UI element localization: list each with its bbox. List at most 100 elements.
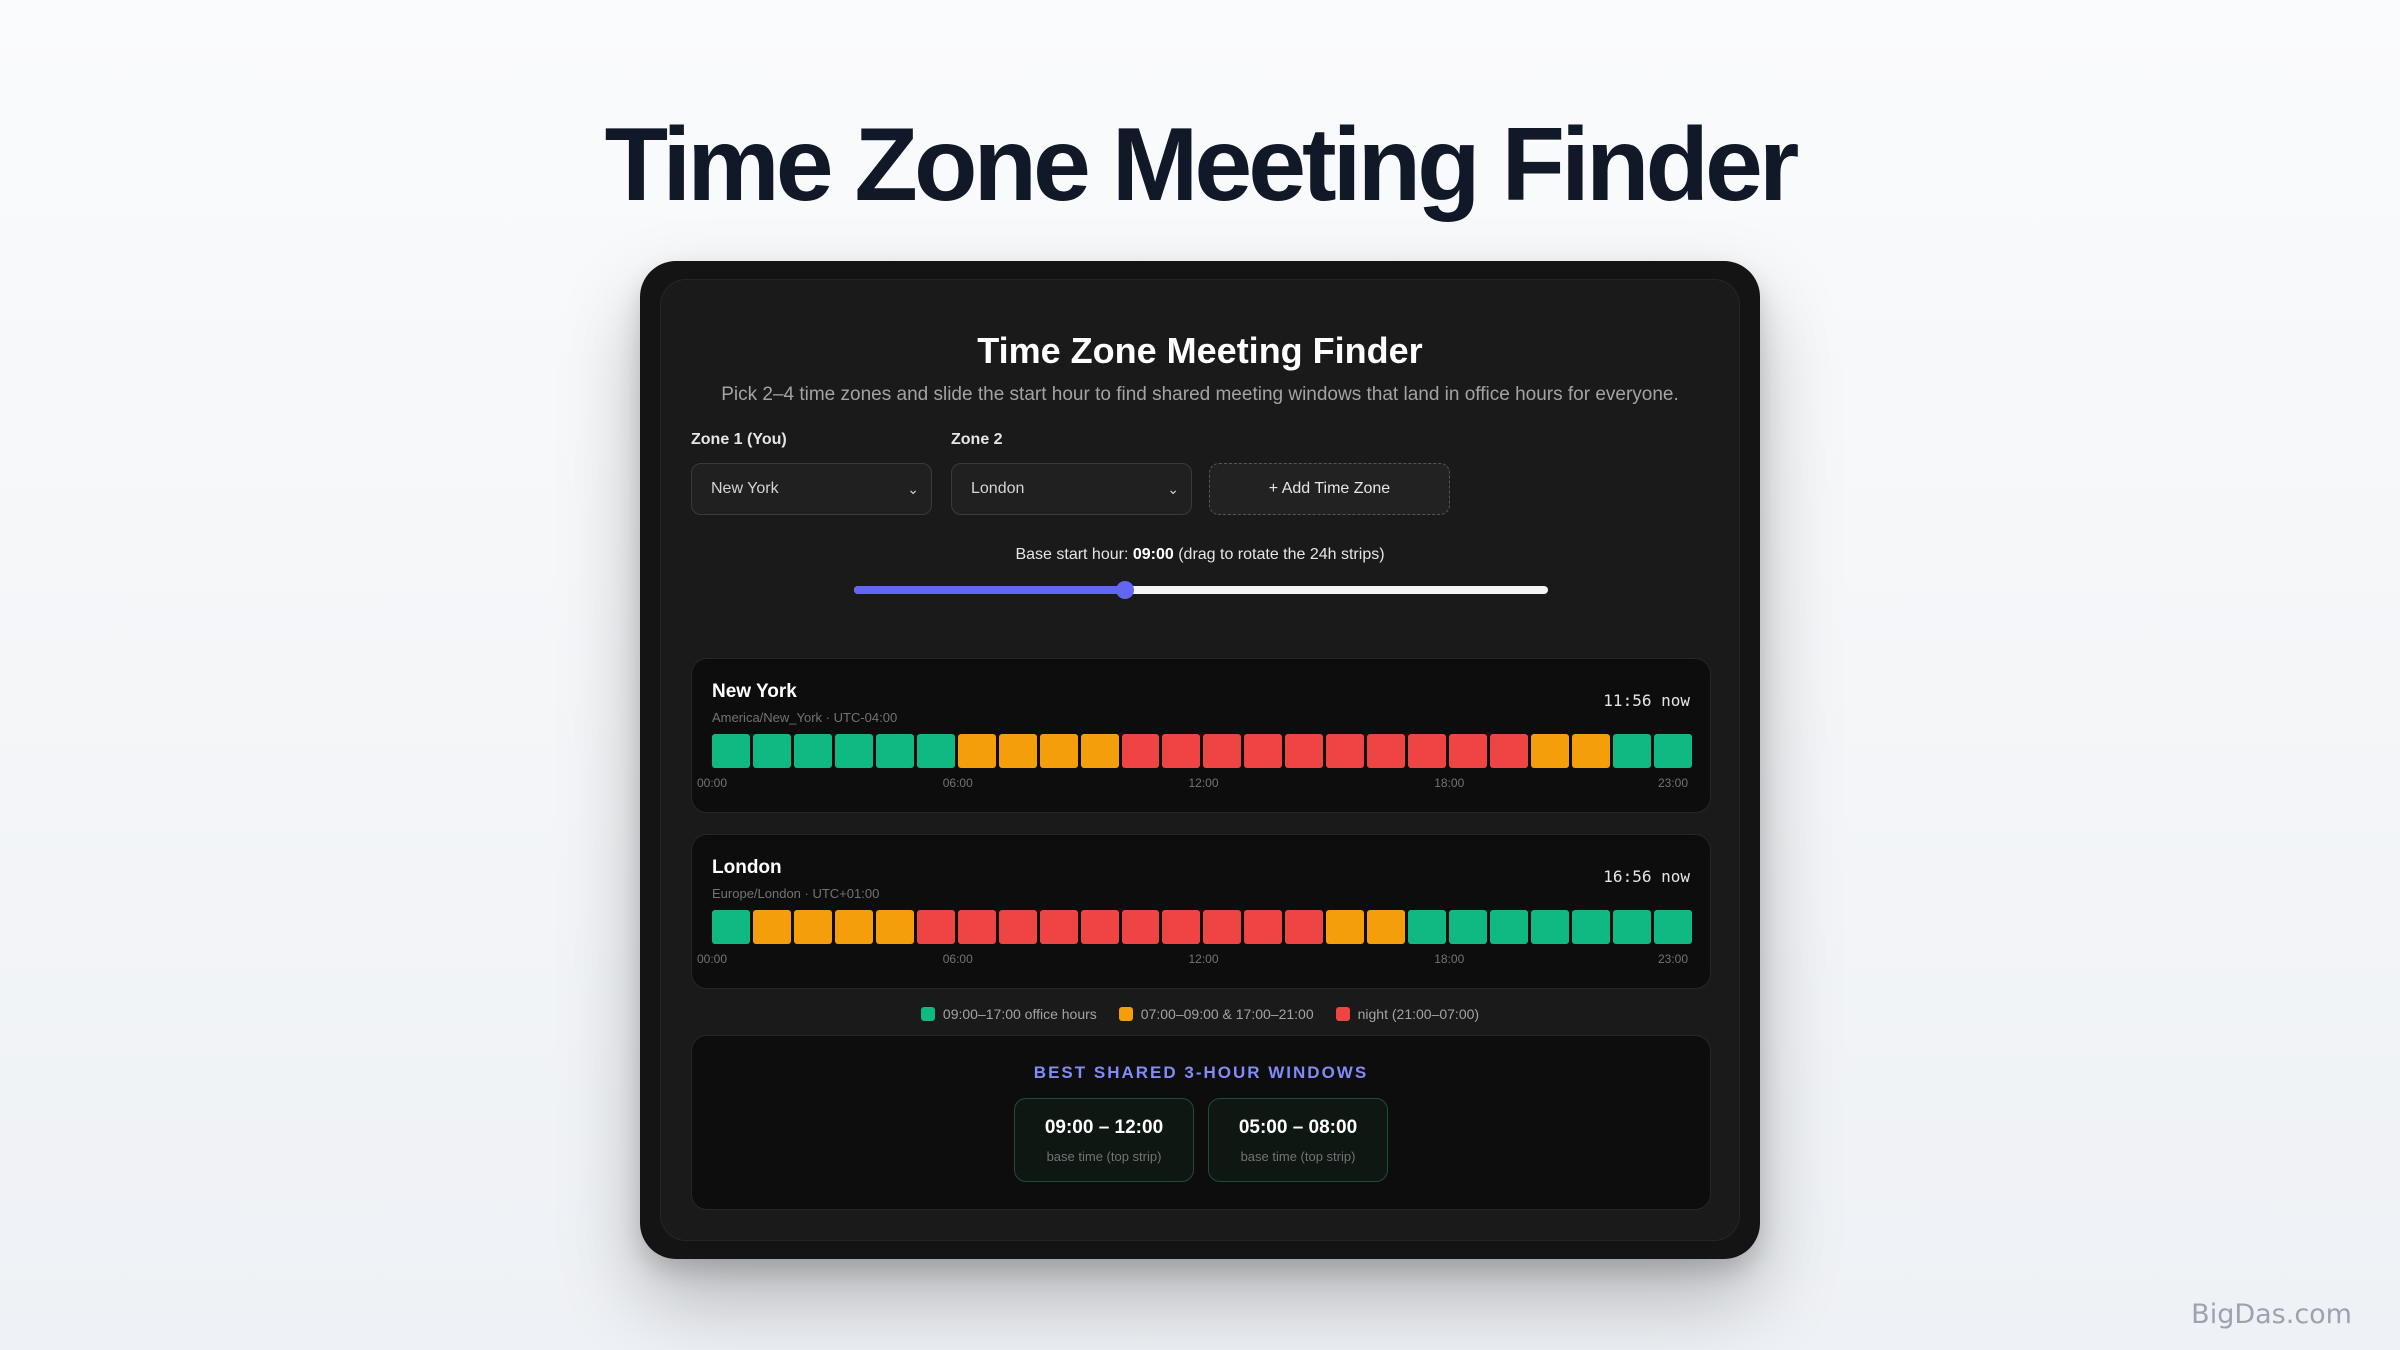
hour-cell[interactable] (957, 734, 996, 768)
zone2-select[interactable]: London ⌄ (951, 463, 1192, 515)
hour-cell[interactable] (875, 910, 914, 944)
meeting-window-chip[interactable]: 05:00 – 08:00 base time (top strip) (1208, 1098, 1388, 1182)
zone1-label: Zone 1 (You) (691, 431, 787, 448)
hour-cell[interactable] (1367, 734, 1406, 768)
best-windows-title: BEST SHARED 3-HOUR WINDOWS (1033, 1063, 1369, 1082)
legend-item: 07:00–09:00 & 17:00–21:00 (1118, 1006, 1314, 1022)
hour-cell[interactable] (1408, 734, 1447, 768)
hour-cell[interactable] (1285, 734, 1324, 768)
zone-card: New York America/New_York · UTC-04:00 11… (691, 658, 1711, 813)
hour-cell[interactable] (1203, 734, 1242, 768)
hour-cell[interactable] (998, 910, 1037, 944)
hour-tick-label: 00:00 (696, 776, 728, 790)
hour-cell[interactable] (1490, 734, 1529, 768)
hour-cell[interactable] (793, 910, 832, 944)
hour-tick-label: 23:00 (1658, 776, 1689, 790)
slider-fill (854, 586, 1125, 594)
hour-cell[interactable] (1080, 734, 1119, 768)
hour-ticks: 00:00 06:00 12:00 18:00 23:00 (692, 952, 1710, 968)
hour-cell[interactable] (752, 910, 791, 944)
zone2-select-value: London (971, 480, 1025, 497)
hour-cell[interactable] (1408, 910, 1447, 944)
hour-cell[interactable] (1653, 734, 1692, 768)
hour-cell[interactable] (1326, 910, 1365, 944)
hour-tick-label: 06:00 (942, 776, 973, 790)
hour-cell[interactable] (1490, 910, 1529, 944)
app-subtitle: Pick 2–4 time zones and slide the start … (721, 384, 1679, 405)
hour-cell[interactable] (1285, 910, 1324, 944)
zone1-select[interactable]: New York ⌄ (691, 463, 932, 515)
legend-label: night (21:00–07:00) (1357, 1006, 1480, 1022)
meeting-window-chip[interactable]: 09:00 – 12:00 base time (top strip) (1014, 1098, 1194, 1182)
hour-cell[interactable] (1449, 910, 1488, 944)
base-start-hour-value: 09:00 (1132, 546, 1174, 563)
hour-strip (712, 910, 1692, 944)
hour-cell[interactable] (1612, 734, 1651, 768)
zone-meta: Europe/London · UTC+01:00 (712, 886, 880, 901)
zone-meta: America/New_York · UTC-04:00 (712, 710, 898, 725)
hour-cell[interactable] (1449, 734, 1488, 768)
hour-cell[interactable] (712, 734, 750, 768)
hour-cell[interactable] (1572, 910, 1610, 944)
best-windows-card: BEST SHARED 3-HOUR WINDOWS 09:00 – 12:00… (691, 1035, 1711, 1210)
hour-cell[interactable] (1572, 734, 1610, 768)
hour-cell[interactable] (793, 734, 832, 768)
hour-cell[interactable] (998, 734, 1037, 768)
hour-cell[interactable] (957, 910, 996, 944)
zone-card: London Europe/London · UTC+01:00 16:56 n… (691, 834, 1711, 989)
zone-current-time: 16:56 now (1603, 867, 1690, 886)
watermark: BigDas.com (2191, 1299, 2352, 1330)
chevron-down-icon: ⌄ (1167, 481, 1179, 497)
app-panel: Time Zone Meeting Finder Pick 2–4 time z… (660, 279, 1740, 1241)
hour-tick-label: 23:00 (1658, 952, 1689, 966)
hour-cell[interactable] (1039, 910, 1078, 944)
hour-cell[interactable] (1531, 910, 1570, 944)
legend-swatch (920, 1007, 935, 1021)
hour-cell[interactable] (875, 734, 914, 768)
hour-cell[interactable] (1326, 734, 1365, 768)
hour-cell[interactable] (916, 734, 955, 768)
hour-cell[interactable] (752, 734, 791, 768)
page-title: Time Zone Meeting Finder (604, 107, 1800, 223)
hour-cell[interactable] (1612, 910, 1651, 944)
hour-cell[interactable] (834, 734, 873, 768)
legend-label: 09:00–17:00 office hours (942, 1006, 1097, 1022)
hour-cell[interactable] (1080, 910, 1119, 944)
hour-cell[interactable] (1531, 734, 1570, 768)
hour-cell[interactable] (834, 910, 873, 944)
hour-tick-label: 18:00 (1434, 952, 1465, 966)
window-time: 05:00 – 08:00 (1238, 1117, 1358, 1138)
hour-cell[interactable] (1162, 910, 1201, 944)
legend-swatch (1335, 1007, 1350, 1021)
base-start-hour-label: Base start hour: 09:00 (drag to rotate t… (661, 546, 1739, 564)
hour-cell[interactable] (1203, 910, 1242, 944)
zone1-select-value: New York (711, 480, 779, 497)
base-label-prefix: Base start hour: (1015, 546, 1133, 563)
legend-label: 07:00–09:00 & 17:00–21:00 (1140, 1006, 1314, 1022)
hour-cell[interactable] (712, 910, 750, 944)
hour-cell[interactable] (1039, 734, 1078, 768)
slider-thumb[interactable] (1115, 581, 1134, 599)
zone-name: London (712, 857, 782, 878)
hour-tick-label: 06:00 (942, 952, 973, 966)
legend-item: night (21:00–07:00) (1335, 1006, 1480, 1022)
chevron-down-icon: ⌄ (907, 481, 919, 497)
hour-cell[interactable] (1653, 910, 1692, 944)
hour-cell[interactable] (1121, 734, 1160, 768)
hour-cell[interactable] (1244, 910, 1283, 944)
add-time-zone-button[interactable]: + Add Time Zone (1209, 463, 1450, 515)
hour-cell[interactable] (1244, 734, 1283, 768)
hour-cell[interactable] (916, 910, 955, 944)
base-label-suffix: (drag to rotate the 24h strips) (1173, 546, 1385, 563)
base-hour-slider[interactable] (854, 581, 1548, 599)
zone2-label: Zone 2 (951, 431, 1003, 448)
hour-strip (712, 734, 1692, 768)
hour-cell[interactable] (1367, 910, 1406, 944)
window-time: 09:00 – 12:00 (1044, 1117, 1164, 1138)
window-note: base time (top strip) (1240, 1149, 1356, 1164)
zone-name: New York (712, 681, 797, 702)
hour-cell[interactable] (1162, 734, 1201, 768)
hour-ticks: 00:00 06:00 12:00 18:00 23:00 (692, 776, 1710, 792)
hour-cell[interactable] (1121, 910, 1160, 944)
hour-tick-label: 12:00 (1188, 952, 1219, 966)
